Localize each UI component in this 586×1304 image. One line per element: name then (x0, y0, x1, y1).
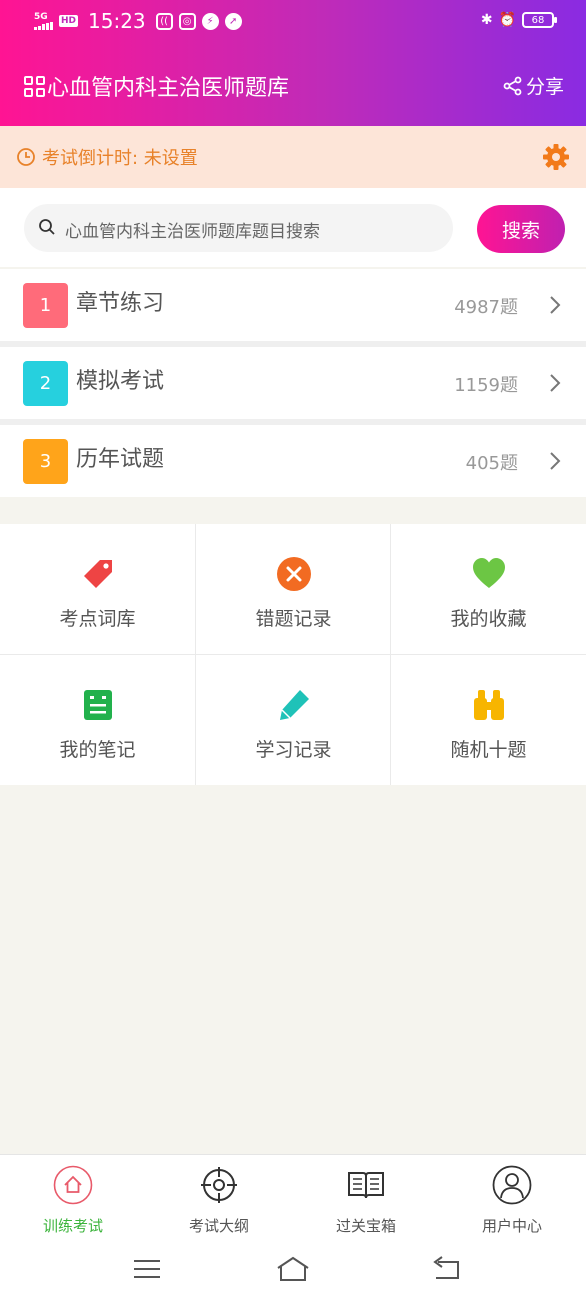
tag-icon (83, 560, 112, 588)
hd-badge: HD (59, 15, 79, 27)
list-item-mock-exam[interactable]: 2 模拟考试 1159题 (0, 347, 586, 419)
item-number: 2 (23, 361, 68, 406)
app-header: 5G HD 15:23 (( ◎ ⚡ ➚ ✱ ⏰ 68 心血管内科主治医师题库 (0, 0, 586, 126)
share-icon (503, 76, 522, 95)
item-number: 3 (23, 439, 68, 484)
home-icon (53, 1165, 93, 1205)
tab-label: 用户中心 (481, 1217, 542, 1235)
search-section: 心血管内科主治医师题库题目搜索 搜索 (0, 188, 586, 267)
tool-wrong-records[interactable]: 错题记录 (196, 524, 391, 654)
tab-pass-box[interactable]: 过关宝箱 (293, 1163, 439, 1235)
close-circle-icon (276, 557, 311, 591)
signal-indicator: 5G (34, 11, 53, 30)
countdown-label: 考试倒计时: 未设置 (42, 148, 198, 169)
item-count: 4987题 (454, 297, 518, 318)
back-icon[interactable] (428, 1254, 464, 1284)
pencil-icon (279, 690, 309, 720)
clock-icon (17, 148, 35, 166)
binoculars-icon (473, 690, 504, 720)
user-icon (492, 1165, 532, 1205)
app-bar: 心血管内科主治医师题库 分享 (0, 62, 586, 112)
flash-icon: ⚡ (201, 12, 219, 30)
tool-label: 随机十题 (450, 739, 527, 761)
tool-keyword-library[interactable]: 考点词库 (0, 524, 195, 654)
chevron-right-icon (550, 296, 561, 314)
tab-training-exam[interactable]: 训练考试 (0, 1163, 146, 1235)
tool-label: 学习记录 (255, 739, 332, 761)
heart-icon (472, 558, 505, 588)
gear-icon[interactable] (542, 143, 570, 171)
tab-syllabus[interactable]: 考试大纲 (146, 1163, 292, 1235)
compass-icon: ➚ (224, 12, 242, 30)
tool-label: 我的收藏 (450, 608, 527, 630)
tool-label: 我的笔记 (59, 739, 136, 761)
tool-label: 考点词库 (59, 608, 136, 630)
menu-grid-icon[interactable] (24, 76, 45, 97)
alarm-icon: ⏰ (498, 12, 516, 28)
status-time: 15:23 (88, 9, 146, 33)
bluetooth-icon: ✱ (480, 12, 493, 28)
home-nav-icon[interactable] (275, 1254, 311, 1284)
bottom-tab-bar: 训练考试 考试大纲 过关宝箱 用户中心 (0, 1154, 586, 1240)
wifi-call-icon: (( (155, 12, 173, 30)
list-item-chapter-practice[interactable]: 1 章节练习 4987题 (0, 269, 586, 341)
search-button[interactable]: 搜索 (477, 205, 565, 253)
item-number: 1 (23, 283, 68, 328)
list-item-past-exams[interactable]: 3 历年试题 405题 (0, 425, 586, 497)
share-label: 分享 (525, 76, 564, 98)
tool-study-records[interactable]: 学习记录 (196, 655, 391, 785)
exam-countdown-bar[interactable]: 考试倒计时: 未设置 (0, 126, 586, 188)
search-input[interactable]: 心血管内科主治医师题库题目搜索 (24, 204, 453, 252)
network-label: 5G (34, 11, 48, 22)
tool-notes[interactable]: 我的笔记 (0, 655, 195, 785)
app-notification-icon: ◎ (178, 12, 196, 30)
battery-icon: 68 (522, 12, 557, 28)
tools-grid: 考点词库 错题记录 我的收藏 我的笔记 学习记录 随机十题 (0, 524, 586, 785)
chevron-right-icon (550, 452, 561, 470)
tool-random-ten[interactable]: 随机十题 (391, 655, 586, 785)
item-label: 历年试题 (76, 447, 165, 472)
signal-bars-icon (34, 21, 53, 30)
note-icon (83, 690, 112, 720)
item-count: 405题 (465, 453, 518, 474)
status-bar: 5G HD 15:23 (( ◎ ⚡ ➚ ✱ ⏰ 68 (0, 0, 586, 46)
tab-label: 考试大纲 (188, 1217, 249, 1235)
chevron-right-icon (550, 374, 561, 392)
target-icon (201, 1167, 237, 1203)
menu-icon[interactable] (129, 1254, 165, 1284)
tab-label: 训练考试 (42, 1217, 103, 1235)
book-icon (348, 1172, 384, 1199)
tab-label: 过关宝箱 (335, 1217, 396, 1235)
item-label: 章节练习 (76, 291, 165, 316)
tool-label: 错题记录 (255, 608, 332, 630)
item-label: 模拟考试 (76, 369, 165, 394)
search-icon (39, 219, 55, 235)
battery-level: 68 (531, 14, 545, 26)
tool-favorites[interactable]: 我的收藏 (391, 524, 586, 654)
page-title: 心血管内科主治医师题库 (47, 76, 290, 101)
share-button[interactable]: 分享 (503, 72, 564, 99)
item-count: 1159题 (454, 375, 518, 396)
tab-user-center[interactable]: 用户中心 (439, 1163, 585, 1235)
search-placeholder: 心血管内科主治医师题库题目搜索 (65, 222, 320, 242)
system-nav-bar (0, 1240, 586, 1304)
